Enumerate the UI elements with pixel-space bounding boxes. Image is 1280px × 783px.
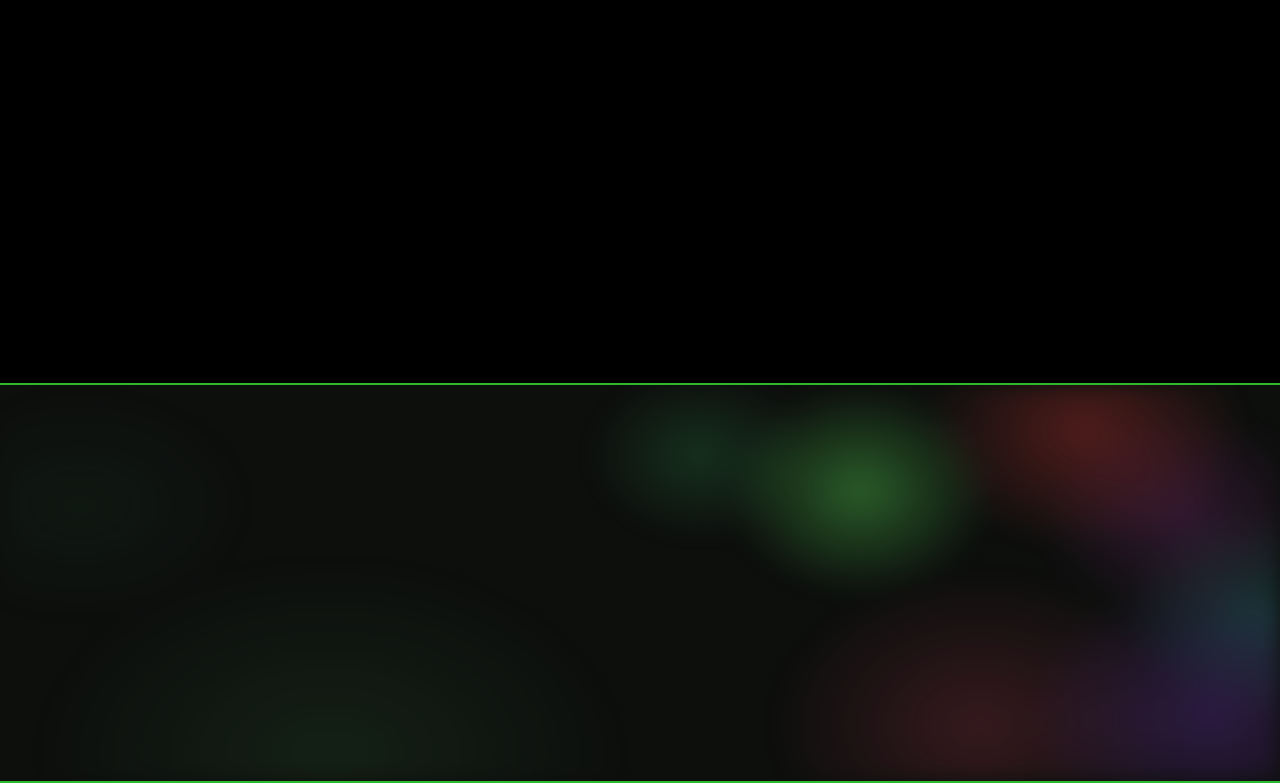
wallpaper-background: [0, 385, 1280, 781]
htop-terminal-bottom: [0, 383, 1280, 783]
htop-terminal-top: [0, 0, 1280, 383]
screen: [0, 0, 1280, 783]
